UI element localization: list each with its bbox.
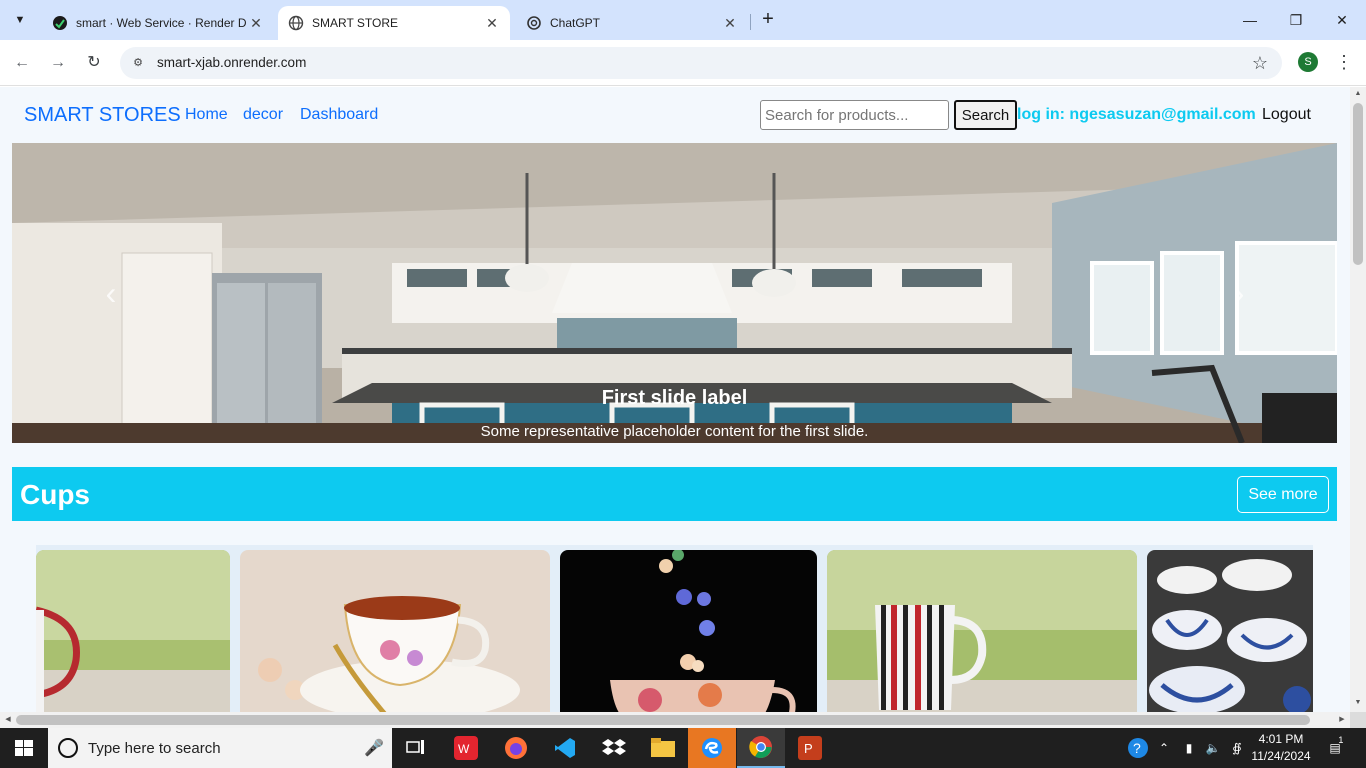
product-card[interactable] <box>36 550 230 712</box>
close-icon[interactable]: ✕ <box>484 15 500 32</box>
tab-title: SMART STORE <box>312 16 399 30</box>
clock-time: 4:01 PM <box>1258 732 1304 746</box>
window-close-button[interactable]: ✕ <box>1330 8 1354 32</box>
taskbar-search-box[interactable]: Type here to search 🎤 <box>48 728 392 768</box>
slide-caption-text: Some representative placeholder content … <box>480 423 869 440</box>
striped-mug-image <box>827 550 1137 712</box>
browser-tab-strip: ▼ smart · Web Service · Render D ✕ SMART… <box>0 0 1366 40</box>
horizontal-scrollbar[interactable]: ◀ ▶ <box>0 712 1350 728</box>
cups-product-strip <box>36 545 1313 712</box>
tab-smart-store[interactable]: SMART STORE ✕ <box>278 6 510 40</box>
login-status: log in: ngesasuzan@gmail.com <box>1017 106 1256 123</box>
hero-carousel: ‹ › First slide label Some representativ… <box>12 143 1337 443</box>
close-icon[interactable]: ✕ <box>248 15 264 32</box>
section-title: Cups <box>20 479 90 510</box>
carousel-next-button[interactable]: › <box>1224 275 1254 311</box>
volume-icon[interactable]: 🔈 <box>1202 728 1224 768</box>
search-button[interactable]: Search <box>954 100 1017 130</box>
network-signal-icon[interactable]: ∯ <box>1226 728 1248 768</box>
globe-icon <box>288 15 304 31</box>
wps-office-icon[interactable]: W <box>442 728 490 768</box>
tab-render[interactable]: smart · Web Service · Render D ✕ <box>42 6 274 40</box>
floral-teacup-image <box>240 550 550 712</box>
vscode-icon[interactable] <box>541 728 589 768</box>
windows-taskbar: Type here to search 🎤 W P ? ⌃ ▮ 🔈 ∯ 4:01… <box>0 728 1366 768</box>
scroll-right-icon[interactable]: ▶ <box>1337 715 1347 725</box>
microphone-icon[interactable]: 🎤 <box>364 738 384 758</box>
carousel-prev-button[interactable]: ‹ <box>96 275 126 311</box>
teacup-dark-image <box>560 550 817 712</box>
striped-mug-image <box>36 550 230 712</box>
clock-date: 11/24/2024 <box>1251 749 1311 763</box>
firefox-icon[interactable] <box>492 728 540 768</box>
file-explorer-icon[interactable] <box>639 728 687 768</box>
cups-section-header: Cups See more <box>12 467 1337 521</box>
show-hidden-icons-icon[interactable]: ⌃ <box>1154 728 1174 768</box>
reload-button[interactable]: ↻ <box>81 50 107 76</box>
vertical-scrollbar[interactable]: ▲ ▼ <box>1350 87 1366 712</box>
tab-separator <box>750 14 751 30</box>
site-settings-icon[interactable]: ⚙ <box>130 55 146 71</box>
nav-home[interactable]: Home <box>185 106 228 124</box>
chrome-icon[interactable] <box>737 728 785 768</box>
scroll-down-icon[interactable]: ▼ <box>1353 699 1363 709</box>
back-button[interactable]: ← <box>9 50 35 76</box>
dropbox-icon[interactable] <box>590 728 638 768</box>
tab-search-button[interactable]: ▼ <box>6 6 34 34</box>
new-tab-button[interactable]: + <box>756 8 780 32</box>
product-search-input[interactable] <box>760 100 949 130</box>
browser-toolbar: ← → ↻ ⚙ smart-xjab.onrender.com ☆ S ⋮ <box>0 40 1366 86</box>
svg-text:W: W <box>458 742 470 756</box>
tab-title: smart · Web Service · Render D <box>76 16 247 30</box>
start-button[interactable] <box>0 728 48 768</box>
horizontal-scroll-thumb[interactable] <box>16 715 1310 725</box>
close-icon[interactable]: ✕ <box>722 15 738 32</box>
site-brand[interactable]: SMART STORES <box>24 104 181 127</box>
task-view-icon[interactable] <box>392 728 440 768</box>
scroll-corner <box>1350 712 1366 728</box>
blue-china-cups-image <box>1147 550 1313 712</box>
product-card[interactable] <box>560 550 817 712</box>
svg-text:P: P <box>804 741 813 756</box>
edge-icon[interactable] <box>688 728 736 768</box>
profile-avatar[interactable]: S <box>1298 52 1318 72</box>
product-card[interactable] <box>1147 550 1313 712</box>
restore-button[interactable]: ❐ <box>1284 8 1308 32</box>
page-viewport: SMART STORES Home decor Dashboard Search… <box>0 87 1350 712</box>
scroll-up-icon[interactable]: ▲ <box>1353 90 1363 100</box>
scroll-left-icon[interactable]: ◀ <box>3 715 13 725</box>
address-bar[interactable]: ⚙ smart-xjab.onrender.com ☆ <box>120 47 1282 79</box>
product-card[interactable] <box>827 550 1137 712</box>
svg-text:?: ? <box>1133 740 1141 756</box>
notification-count: 1 <box>1338 735 1344 745</box>
cortana-circle-icon <box>58 738 78 758</box>
minimize-button[interactable]: — <box>1238 8 1262 32</box>
nav-decor[interactable]: decor <box>243 106 283 124</box>
help-icon[interactable]: ? <box>1124 728 1152 768</box>
bookmark-star-icon[interactable]: ☆ <box>1252 53 1268 74</box>
forward-button[interactable]: → <box>45 50 71 76</box>
url-text[interactable]: smart-xjab.onrender.com <box>157 55 306 70</box>
see-more-button[interactable]: See more <box>1237 476 1329 513</box>
tab-title: ChatGPT <box>550 16 601 30</box>
taskbar-search-placeholder: Type here to search <box>88 740 221 757</box>
windows-logo-icon <box>15 740 33 756</box>
notifications-icon[interactable]: ▤ 1 <box>1320 728 1350 768</box>
chevron-down-icon: ▼ <box>14 14 26 26</box>
system-clock[interactable]: 4:01 PM 11/24/2024 <box>1250 731 1312 765</box>
product-card[interactable] <box>240 550 550 712</box>
render-favicon-icon <box>52 15 68 31</box>
slide-caption-title: First slide label <box>601 387 748 409</box>
powerpoint-icon[interactable]: P <box>786 728 834 768</box>
chatgpt-icon <box>526 15 542 31</box>
battery-icon[interactable]: ▮ <box>1178 728 1200 768</box>
nav-dashboard[interactable]: Dashboard <box>300 106 378 124</box>
vertical-scroll-thumb[interactable] <box>1353 103 1363 265</box>
tab-chatgpt[interactable]: ChatGPT ✕ <box>516 6 748 40</box>
browser-menu-icon[interactable]: ⋮ <box>1334 50 1354 74</box>
logout-link[interactable]: Logout <box>1262 106 1311 124</box>
